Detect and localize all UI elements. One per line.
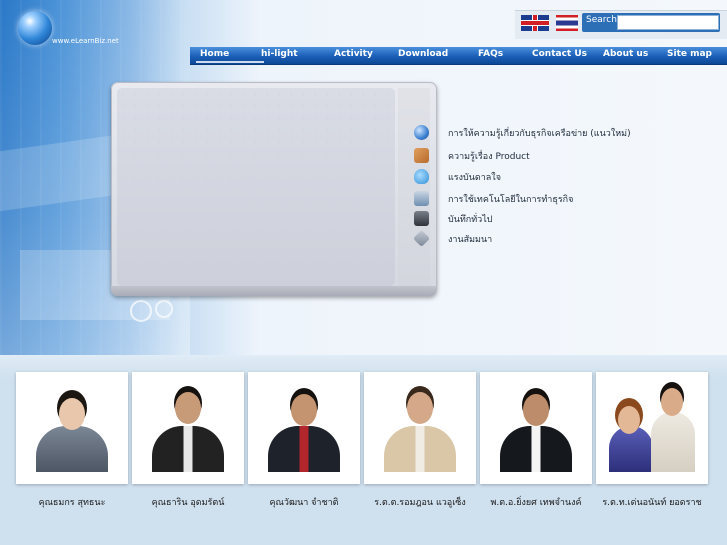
team-member-photo — [29, 380, 115, 472]
nav-download[interactable]: Download — [398, 49, 448, 59]
person-body — [36, 426, 108, 472]
search-input[interactable] — [617, 15, 719, 30]
team-member-photo — [609, 380, 695, 472]
page-background: www.eLearnBiz.net Search Home hi-light A… — [0, 0, 727, 545]
team-member-name: ร.ต.ท.เด่นอนันท์ ยอดราช — [602, 498, 702, 508]
person-head — [175, 392, 201, 424]
menu-item-label: การใช้เทคโนโลยีในการทำธุรกิจ — [448, 195, 574, 205]
menu-item-label: บันทึกทั่วไป — [448, 215, 493, 225]
team-member-photo-frame[interactable] — [132, 372, 244, 484]
team-member-photo-frame[interactable] — [16, 372, 128, 484]
nav-activity[interactable]: Activity — [334, 49, 373, 59]
nav-active-indicator — [196, 61, 264, 63]
menu-item-label: งานสัมมนา — [448, 235, 493, 245]
team-member-name: พ.ต.อ.ยิ่งยศ เทพจำนงค์ — [490, 498, 582, 508]
menu-item-label: แรงบันดาลใจ — [448, 173, 501, 183]
nav-contact-us[interactable]: Contact Us — [532, 49, 587, 59]
team-member-photo-frame[interactable] — [480, 372, 592, 484]
team-member-name: คุณธาริน อุดมรัตน์ — [151, 498, 225, 508]
nav-faqs[interactable]: FAQs — [478, 49, 503, 59]
person-head — [59, 398, 85, 430]
globe-icon — [414, 125, 429, 140]
nav-about-us[interactable]: About us — [603, 49, 648, 59]
person-head — [618, 406, 640, 434]
nav-site-map[interactable]: Site map — [667, 49, 712, 59]
nav-home[interactable]: Home — [200, 49, 229, 59]
person-body — [384, 426, 456, 472]
thai-flag-icon[interactable] — [556, 15, 578, 31]
team-member-photo — [261, 380, 347, 472]
gear-icon — [155, 300, 173, 318]
nav-hi-light[interactable]: hi-light — [261, 49, 298, 59]
team-member-name: คุณวัฒนา จำชาติ — [269, 498, 339, 508]
content-panel-side — [398, 88, 430, 286]
menu-item-label: การให้ความรู้เกี่ยวกับธุรกิจเครือข่าย (แ… — [448, 129, 631, 139]
team-member-photo — [493, 380, 579, 472]
person-head — [661, 388, 683, 416]
team-member-photo — [145, 380, 231, 472]
content-panel-screen — [117, 88, 395, 286]
person-body — [500, 426, 572, 472]
site-logo-text: www.eLearnBiz.net — [52, 37, 119, 45]
menu-item-label: ความรู้เรื่อง Product — [448, 152, 530, 162]
gear-icon — [130, 300, 152, 322]
heart-icon — [414, 169, 429, 184]
content-panel-base — [111, 286, 437, 296]
team-member-photo — [377, 380, 463, 472]
person-body — [268, 426, 340, 472]
box-icon — [414, 148, 429, 163]
person-head — [291, 394, 317, 426]
search-label[interactable]: Search — [586, 15, 617, 25]
team-member-photo-frame[interactable] — [364, 372, 476, 484]
team-member-photo-frame[interactable] — [596, 372, 708, 484]
team-member-name: คุณธมกร สุทธนะ — [38, 498, 106, 508]
camera-icon — [414, 211, 429, 226]
person-head — [523, 394, 549, 426]
team-member-name: ร.ต.ต.รอมฎอน แวอูเซ็ง — [374, 498, 466, 508]
english-flag-icon[interactable] — [521, 15, 549, 31]
logo-globe-icon[interactable] — [18, 11, 52, 45]
person-head — [407, 392, 433, 424]
computer-icon — [414, 191, 429, 206]
team-member-photo-frame[interactable] — [248, 372, 360, 484]
person-body — [152, 426, 224, 472]
person-body — [651, 412, 695, 472]
